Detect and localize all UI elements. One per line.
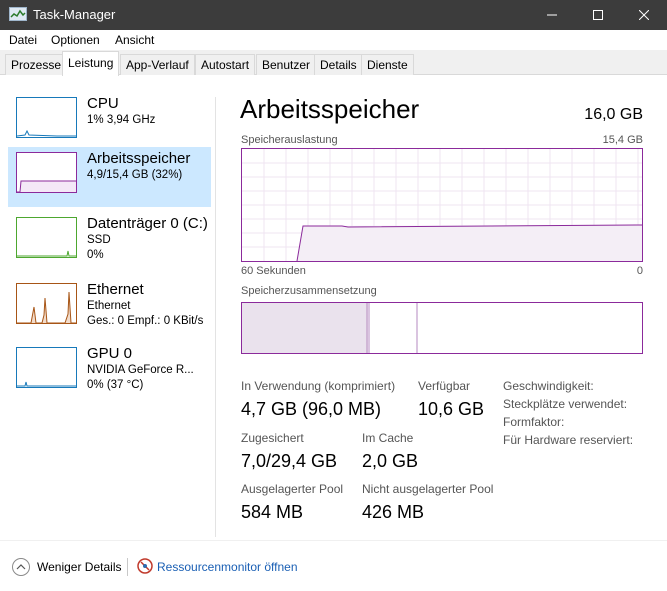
- committed-label: Zugesichert: [241, 431, 304, 445]
- paged-pool-value: 584 MB: [241, 502, 304, 522]
- task-manager-app-icon: [9, 7, 27, 21]
- resource-detail: NVIDIA GeForce R...: [87, 364, 194, 376]
- available-label: Verfügbar: [418, 379, 471, 393]
- footer-separator: [0, 540, 667, 541]
- speed-label: Geschwindigkeit:: [503, 379, 594, 393]
- nonpaged-pool-value: 426 MB: [362, 502, 425, 522]
- maximize-icon: [593, 10, 603, 20]
- tab-benutzer[interactable]: Benutzer: [256, 54, 317, 75]
- tab-bar: Prozesse Leistung App-Verlauf Autostart …: [0, 50, 667, 76]
- resource-name: Datenträger 0 (C:): [87, 215, 208, 232]
- resource-detail: SSD: [87, 234, 111, 246]
- pane-splitter[interactable]: [215, 97, 216, 537]
- graph-time-left: 60 Sekunden: [241, 265, 306, 277]
- resource-detail: Ethernet: [87, 300, 131, 312]
- resource-monitor-icon[interactable]: [137, 558, 153, 574]
- resource-item-gpu[interactable]: GPU 0 NVIDIA GeForce R... 0% (37 °C): [8, 342, 211, 402]
- resource-detail: 1% 3,94 GHz: [87, 114, 156, 126]
- menu-ansicht[interactable]: Ansicht: [115, 33, 154, 47]
- fewer-details-label[interactable]: Weniger Details: [37, 560, 121, 574]
- resource-detail: 0%: [87, 249, 104, 261]
- graph-time-right: 0: [636, 265, 643, 277]
- cached-label: Im Cache: [362, 431, 414, 445]
- tab-autostart[interactable]: Autostart: [195, 54, 256, 75]
- usage-graph-label: Speicherauslastung: [241, 134, 338, 146]
- menu-bar: Datei Optionen Ansicht: [0, 30, 667, 50]
- form-factor-label: Formfaktor:: [503, 415, 565, 429]
- resource-detail: 4,9/15,4 GB (32%): [87, 169, 183, 181]
- resource-item-disk[interactable]: Datenträger 0 (C:) SSD 0%: [8, 212, 211, 272]
- resource-item-cpu[interactable]: CPU 1% 3,94 GHz: [8, 92, 211, 152]
- ethernet-thumbnail-graph: [16, 283, 77, 324]
- maximize-button[interactable]: [575, 0, 621, 30]
- memory-total: 16,0 GB: [584, 106, 643, 123]
- resource-detail: 0% (37 °C): [87, 379, 144, 391]
- resource-item-ethernet[interactable]: Ethernet Ethernet Ges.: 0 Empf.: 0 KBit/…: [8, 278, 211, 338]
- title-bar: Task-Manager: [0, 0, 667, 30]
- fewer-details-button[interactable]: [12, 558, 30, 576]
- resource-name: Ethernet: [87, 281, 144, 298]
- close-button[interactable]: [621, 0, 667, 30]
- tab-prozesse[interactable]: Prozesse: [5, 54, 68, 75]
- in-use-label: In Verwendung (komprimiert): [241, 379, 396, 393]
- footer-divider: [127, 558, 128, 576]
- paged-pool-label: Ausgelagerter Pool: [241, 482, 344, 496]
- slots-label: Steckplätze verwendet:: [503, 397, 628, 411]
- gpu-thumbnail-graph: [16, 347, 77, 388]
- resource-name: GPU 0: [87, 345, 133, 362]
- nonpaged-pool-label: Nicht ausgelagerter Pool: [362, 482, 494, 496]
- cached-value: 2,0 GB: [362, 451, 419, 471]
- disk-thumbnail-graph: [16, 217, 77, 258]
- composition-label: Speicherzusammensetzung: [241, 285, 377, 297]
- available-value: 10,6 GB: [418, 399, 485, 419]
- window-title: Task-Manager: [33, 7, 116, 22]
- memory-composition-bar: [241, 302, 643, 354]
- resource-detail: Ges.: 0 Empf.: 0 KBit/s: [87, 315, 204, 327]
- resource-name: Arbeitsspeicher: [87, 150, 191, 167]
- resource-monitor-link[interactable]: Ressourcenmonitor öffnen: [157, 560, 298, 574]
- memory-thumbnail-graph: [16, 152, 77, 193]
- minimize-button[interactable]: [529, 0, 575, 30]
- committed-value: 7,0/29,4 GB: [241, 451, 338, 471]
- resource-item-memory[interactable]: Arbeitsspeicher 4,9/15,4 GB (32%): [8, 147, 211, 207]
- memory-usage-graph: [241, 148, 643, 262]
- resource-name: CPU: [87, 95, 119, 112]
- chevron-up-icon: [16, 564, 26, 570]
- tab-details[interactable]: Details: [314, 54, 363, 75]
- resource-list: CPU 1% 3,94 GHz Arbeitsspeicher 4,9/15,4…: [0, 76, 215, 536]
- minimize-icon: [547, 14, 557, 16]
- tab-dienste[interactable]: Dienste: [361, 54, 414, 75]
- close-icon: [639, 10, 649, 20]
- page-title: Arbeitsspeicher: [240, 94, 420, 124]
- usage-graph-max: 15,4 GB: [602, 134, 643, 146]
- cpu-thumbnail-graph: [16, 97, 77, 138]
- tab-leistung[interactable]: Leistung: [62, 51, 120, 76]
- menu-datei[interactable]: Datei: [9, 33, 37, 47]
- hardware-reserved-label: Für Hardware reserviert:: [503, 433, 634, 447]
- in-use-value: 4,7 GB (96,0 MB): [241, 399, 382, 419]
- tab-app-verlauf[interactable]: App-Verlauf: [120, 54, 195, 75]
- menu-optionen[interactable]: Optionen: [51, 33, 100, 47]
